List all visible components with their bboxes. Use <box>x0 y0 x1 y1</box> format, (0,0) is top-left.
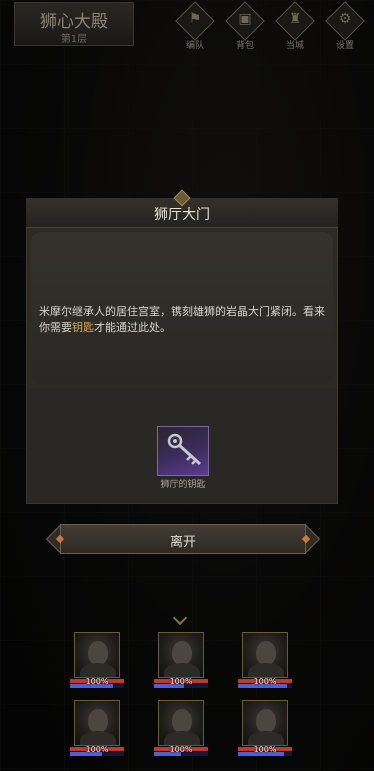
hp-percent: 100% <box>169 745 193 754</box>
party-button-label: 编队 <box>185 41 204 51</box>
item-slot[interactable] <box>157 426 209 476</box>
required-item-area: 狮厅的钥匙 <box>26 388 338 504</box>
town-button-label: 当城 <box>285 41 304 51</box>
hp-percent: 100% <box>85 745 109 754</box>
hero-portrait <box>74 700 120 746</box>
party-member-6[interactable]: 100% <box>238 700 292 762</box>
settings-button[interactable]: ⚙ 设置 <box>322 1 368 51</box>
settings-button-label: 设置 <box>335 41 354 51</box>
backpack-icon: ▣ <box>238 11 252 27</box>
castle-icon: ♜ <box>288 11 302 27</box>
hp-percent: 100% <box>169 677 193 686</box>
hero-portrait <box>242 632 288 678</box>
party-member-5[interactable]: 100% <box>154 700 208 762</box>
party-member-3[interactable]: 100% <box>238 632 292 694</box>
location-panel: 狮心大殿 第1层 <box>14 2 134 46</box>
town-button[interactable]: ♜ 当城 <box>272 1 318 51</box>
backpack-button[interactable]: ▣ 背包 <box>222 1 268 51</box>
location-title: 狮心大殿 <box>40 12 108 32</box>
leave-button[interactable]: 离开 <box>45 524 321 554</box>
floor-indicator: 第1层 <box>60 34 88 45</box>
hero-portrait <box>242 700 288 746</box>
party-member-2[interactable]: 100% <box>154 632 208 694</box>
gear-icon: ⚙ <box>338 11 352 27</box>
dialog-title: 狮厅大门 <box>154 207 210 223</box>
hero-portrait <box>74 632 120 678</box>
party-button[interactable]: ⚑ 编队 <box>172 1 218 51</box>
hero-portrait <box>158 632 204 678</box>
hp-percent: 100% <box>253 745 277 754</box>
dialog-header: 狮厅大门 <box>26 189 338 228</box>
key-icon <box>167 433 202 466</box>
hero-portrait <box>158 700 204 746</box>
leave-button-label: 离开 <box>169 535 196 550</box>
backpack-button-label: 背包 <box>235 41 254 51</box>
hp-percent: 100% <box>85 677 109 686</box>
key-highlight: 钥匙 <box>72 321 94 334</box>
party-member-1[interactable]: 100% <box>70 632 124 694</box>
dialog-description: 米摩尔继承人的居住宫室，镌刻雄狮的岩晶大门紧闭。看来你需要钥匙才能通过此处。 <box>39 305 325 334</box>
party-member-4[interactable]: 100% <box>70 700 124 762</box>
event-dialog: 狮厅大门 米摩尔继承人的居住宫室，镌刻雄狮的岩晶大门紧闭。看来你需要钥匙才能通过… <box>26 189 338 504</box>
banner-icon: ⚑ <box>188 11 202 27</box>
dialog-body: 米摩尔继承人的居住宫室，镌刻雄狮的岩晶大门紧闭。看来你需要钥匙才能通过此处。 <box>26 228 338 388</box>
item-label: 狮厅的钥匙 <box>160 480 206 490</box>
hp-percent: 100% <box>253 677 277 686</box>
